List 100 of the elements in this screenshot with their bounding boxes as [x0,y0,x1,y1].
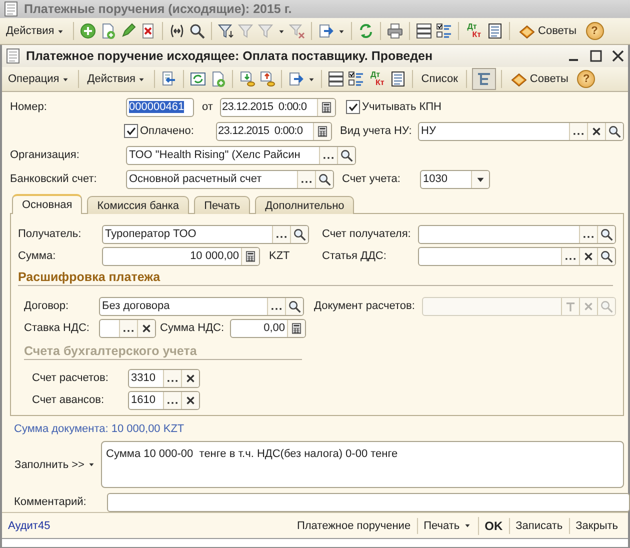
actions-menu[interactable]: Действия [84,70,150,88]
field-label: Счет расчетов: [32,372,110,384]
close-icon[interactable] [612,50,624,62]
document-refresh-icon[interactable] [190,71,206,87]
import-icon[interactable] [318,23,334,39]
select-field[interactable]: Туроператор ТОО [102,224,309,244]
calculator-icon[interactable] [290,322,303,334]
ledger-icon[interactable]: Дт Кт [467,23,482,39]
tab[interactable]: Печать [194,196,250,214]
help-icon[interactable]: ? [586,22,604,40]
interval-icon[interactable] [169,23,186,39]
structure-button[interactable] [472,68,496,90]
clear-icon[interactable] [184,372,197,384]
search-icon[interactable] [600,250,613,262]
tips-button[interactable]: Советы [506,68,572,90]
post-icon[interactable] [161,71,178,87]
document-copy-icon[interactable] [210,71,226,87]
select-field[interactable]: Без договора [99,296,304,316]
window-title: Платежные поручения (исходящие): 2015 г. [24,2,292,16]
operation-menu[interactable]: Операция [5,70,74,88]
field-label: Номер: [10,101,48,113]
pencil-icon[interactable] [120,23,136,39]
dropdown-field[interactable]: 1030 [420,170,490,188]
coins-out-icon[interactable] [259,71,276,87]
field-label: Сумма: [18,250,57,262]
calculator-icon[interactable] [320,100,333,114]
field-label: Получатель: [18,228,82,240]
tab[interactable]: Комиссия банка [87,196,190,214]
select-field[interactable]: Основной расчетный счет [126,170,334,188]
search-icon[interactable] [189,23,206,39]
report-icon[interactable] [390,71,406,87]
footer-button[interactable]: OK [478,516,509,534]
field-label: Статья ДДС: [322,250,388,262]
ledger-icon[interactable]: Дт Кт [370,71,384,87]
add-icon[interactable] [80,23,96,39]
fill-button[interactable]: Заполнить >> [10,458,101,470]
list-button[interactable]: Список [418,70,461,88]
field-label: от [202,101,214,113]
checkbox-label: Оплачено: [140,125,194,137]
document-icon [6,48,20,64]
coins-in-icon[interactable] [239,71,256,87]
document-total: Сумма документа: 10 000,00 KZT [13,422,186,437]
refresh-icon[interactable] [358,23,374,39]
comment-field[interactable] [107,492,630,512]
footer-button[interactable]: Записать [508,518,569,534]
list-settings-icon[interactable] [328,71,344,87]
field-label: Счет авансов: [32,394,106,406]
calculator-icon[interactable] [244,250,257,262]
document-add-icon[interactable] [100,23,116,39]
search-icon[interactable] [318,172,331,186]
search-icon[interactable] [608,124,621,138]
filter-icon[interactable] [218,23,234,39]
import-icon[interactable] [288,71,304,87]
date-field[interactable]: 23.12.2015 0:00:0 [220,98,336,116]
select-field[interactable] [418,224,616,244]
select-field[interactable]: НУ [418,122,624,140]
delete-icon[interactable] [140,23,156,39]
search-icon[interactable] [600,228,613,240]
actions-menu[interactable]: Действия [3,22,68,40]
calculator-icon[interactable] [316,124,329,138]
clear-icon[interactable] [184,394,197,406]
footer-button[interactable]: Платежное поручение [290,518,417,534]
purpose-field[interactable]: Сумма 10 000-00 тенге в т.ч. НДС(без налога) 0-00 тенге [101,441,624,488]
number-field[interactable]: 000000461 [126,98,194,116]
maximize-icon[interactable] [590,50,602,62]
footer-button[interactable]: Печать [416,518,478,534]
search-icon[interactable] [293,228,306,240]
tab[interactable]: Дополнительно [255,196,354,214]
clear-icon[interactable] [140,322,153,334]
checkbox[interactable] [124,124,138,138]
select-field[interactable]: 3310 [128,368,200,388]
checklist-icon[interactable] [348,71,364,87]
author-name: Аудит45 [8,520,50,532]
field-label: Вид учета НУ: [340,125,413,137]
clear-icon[interactable] [590,124,603,138]
section-title: Расшифровка платежа [18,270,613,286]
printer-icon[interactable] [387,23,404,39]
clear-icon[interactable] [582,250,595,262]
field-label: Договор: [24,300,70,312]
amount-field[interactable]: 10 000,00 [102,246,260,266]
help-icon[interactable]: ? [577,70,596,88]
field-label: Счет учета: [342,173,402,185]
select-field[interactable] [418,246,616,266]
field-label: Комментарий: [14,496,88,508]
search-icon[interactable] [340,148,353,162]
list-settings-icon[interactable] [416,23,432,39]
tab[interactable]: Основная [12,194,82,214]
footer-button[interactable]: Закрыть [568,518,624,534]
window-title: Платежное поручение исходящее: Оплата поставщику. Проведен [26,49,433,63]
checklist-icon[interactable] [436,23,452,39]
tips-button[interactable]: Советы [515,20,580,42]
select-field[interactable]: ТОО "Health Rising" (Хелс Райсин [126,146,356,164]
amount-field[interactable]: 0,00 [230,318,306,338]
date-field[interactable]: 23.12.2015 0:00:0 [216,122,332,140]
field-label: Ставка НДС: [24,322,90,334]
report-icon[interactable] [487,23,504,39]
search-icon[interactable] [288,300,301,312]
checkbox[interactable] [346,100,360,114]
select-field[interactable]: 1610 [128,390,200,410]
select-field[interactable] [99,318,156,338]
